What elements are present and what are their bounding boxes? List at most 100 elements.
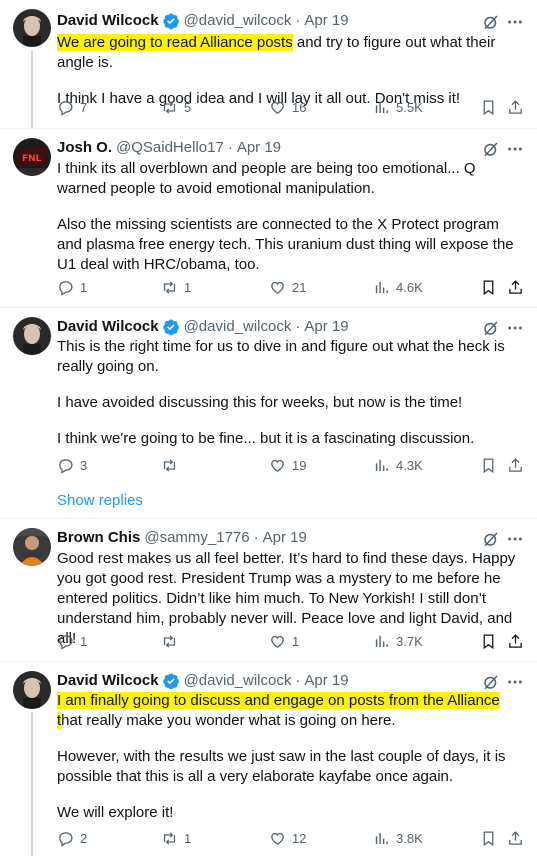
action-bar: 1 1 21 4.6K — [57, 277, 527, 297]
grok-icon[interactable] — [482, 140, 500, 158]
post-date[interactable]: Apr 19 — [304, 11, 348, 31]
author-handle[interactable]: @david_wilcock — [184, 11, 292, 31]
author-name[interactable]: Brown Chis — [57, 528, 140, 548]
share-button[interactable] — [507, 828, 524, 848]
reply-count: 1 — [80, 633, 88, 649]
author-handle[interactable]: @QSaidHello17 — [116, 138, 224, 158]
share-button[interactable] — [507, 277, 524, 297]
like-count: 21 — [292, 279, 307, 295]
share-button[interactable] — [507, 631, 524, 651]
bookmark-button[interactable] — [480, 277, 497, 297]
post-date[interactable]: Apr 19 — [304, 671, 348, 691]
grok-icon[interactable] — [482, 673, 500, 691]
author-handle[interactable]: @sammy_1776 — [144, 528, 249, 548]
views-icon — [375, 832, 388, 844]
like-count: 16 — [292, 99, 307, 115]
author-name[interactable]: David Wilcock — [57, 317, 159, 337]
paragraph: Also the missing scientists are connecte… — [57, 216, 514, 273]
bookmark-button[interactable] — [480, 828, 497, 848]
reply-icon — [59, 280, 73, 296]
post-header: Josh O. @QSaidHello17 · Apr 19 — [57, 138, 281, 158]
repost-button[interactable] — [161, 455, 184, 475]
share-button[interactable] — [507, 455, 524, 475]
view-count: 4.6K — [396, 279, 423, 295]
highlighted-text: We are going to read Alliance posts — [57, 34, 293, 51]
post-date[interactable]: Apr 19 — [304, 317, 348, 337]
reply-button[interactable]: 1 — [57, 631, 87, 651]
grok-icon[interactable] — [482, 13, 500, 31]
reply-button[interactable]: 2 — [57, 828, 87, 848]
views-button[interactable]: 4.6K — [373, 277, 423, 297]
bookmark-icon — [483, 830, 494, 846]
author-handle[interactable]: @david_wilcock — [184, 671, 292, 691]
like-button[interactable]: 21 — [269, 277, 306, 297]
views-button[interactable]: 5.5K — [373, 97, 423, 117]
reply-count: 3 — [80, 457, 88, 473]
more-icon[interactable] — [505, 139, 525, 159]
repost-count: 1 — [184, 279, 192, 295]
action-bar: 3 19 4.3K — [57, 455, 527, 475]
paragraph: I think its all overblown and people are… — [57, 160, 476, 197]
author-name[interactable]: David Wilcock — [57, 11, 159, 31]
reply-button[interactable]: 1 — [57, 277, 87, 297]
more-icon[interactable] — [505, 529, 525, 549]
post-header: David Wilcock @david_wilcock · Apr 19 — [57, 11, 349, 31]
views-button[interactable]: 3.8K — [373, 828, 423, 848]
divider — [0, 518, 537, 519]
grok-icon[interactable] — [482, 530, 500, 548]
views-button[interactable]: 3.7K — [373, 631, 423, 651]
reply-button[interactable]: 3 — [57, 455, 87, 475]
post-text: I think its all overblown and people are… — [57, 159, 527, 275]
reply-count: 1 — [80, 279, 88, 295]
separator-dot: · — [295, 12, 301, 29]
svg-text:FNL: FNL — [22, 154, 42, 164]
repost-button[interactable] — [161, 631, 184, 651]
like-icon — [271, 459, 284, 472]
view-count: 5.5K — [396, 99, 423, 115]
more-icon[interactable] — [505, 318, 525, 338]
bookmark-button[interactable] — [480, 455, 497, 475]
repost-icon — [163, 634, 176, 648]
author-name[interactable]: Josh O. — [57, 138, 112, 158]
repost-button[interactable]: 1 — [161, 828, 191, 848]
view-count: 3.7K — [396, 633, 423, 649]
views-icon — [375, 635, 388, 647]
reply-icon — [59, 831, 73, 847]
avatar[interactable] — [13, 528, 51, 566]
reply-button[interactable]: 7 — [57, 97, 87, 117]
repost-button[interactable]: 1 — [161, 277, 191, 297]
author-handle[interactable]: @david_wilcock — [184, 317, 292, 337]
show-replies-link[interactable]: Show replies — [57, 491, 143, 511]
author-name[interactable]: David Wilcock — [57, 671, 159, 691]
bookmark-button[interactable] — [480, 631, 497, 651]
more-icon[interactable] — [505, 672, 525, 692]
like-button[interactable]: 16 — [269, 97, 306, 117]
repost-button[interactable]: 5 — [161, 97, 191, 117]
more-icon[interactable] — [505, 12, 525, 32]
thread-line — [31, 50, 33, 128]
separator-dot: · — [227, 139, 233, 156]
like-button[interactable]: 19 — [269, 455, 306, 475]
action-bar: 1 1 3.7K — [57, 631, 527, 651]
avatar[interactable] — [13, 9, 51, 47]
post-date[interactable]: Apr 19 — [237, 138, 281, 158]
avatar[interactable] — [13, 317, 51, 355]
like-button[interactable]: 12 — [269, 828, 306, 848]
bookmark-button[interactable] — [480, 97, 497, 117]
repost-icon — [163, 831, 176, 845]
like-count: 1 — [292, 633, 300, 649]
repost-count: 1 — [184, 830, 192, 846]
like-icon — [271, 635, 284, 648]
post-date[interactable]: Apr 19 — [263, 528, 307, 548]
grok-icon[interactable] — [482, 319, 500, 337]
avatar[interactable]: FNL — [13, 138, 51, 176]
bookmark-icon — [483, 457, 494, 473]
paragraph: I think we're going to be fine... but it… — [57, 430, 475, 447]
share-button[interactable] — [507, 97, 524, 117]
avatar[interactable] — [13, 671, 51, 709]
views-button[interactable]: 4.3K — [373, 455, 423, 475]
bookmark-icon — [483, 279, 494, 295]
like-button[interactable]: 1 — [269, 631, 299, 651]
divider — [0, 307, 537, 308]
views-icon — [375, 459, 388, 471]
